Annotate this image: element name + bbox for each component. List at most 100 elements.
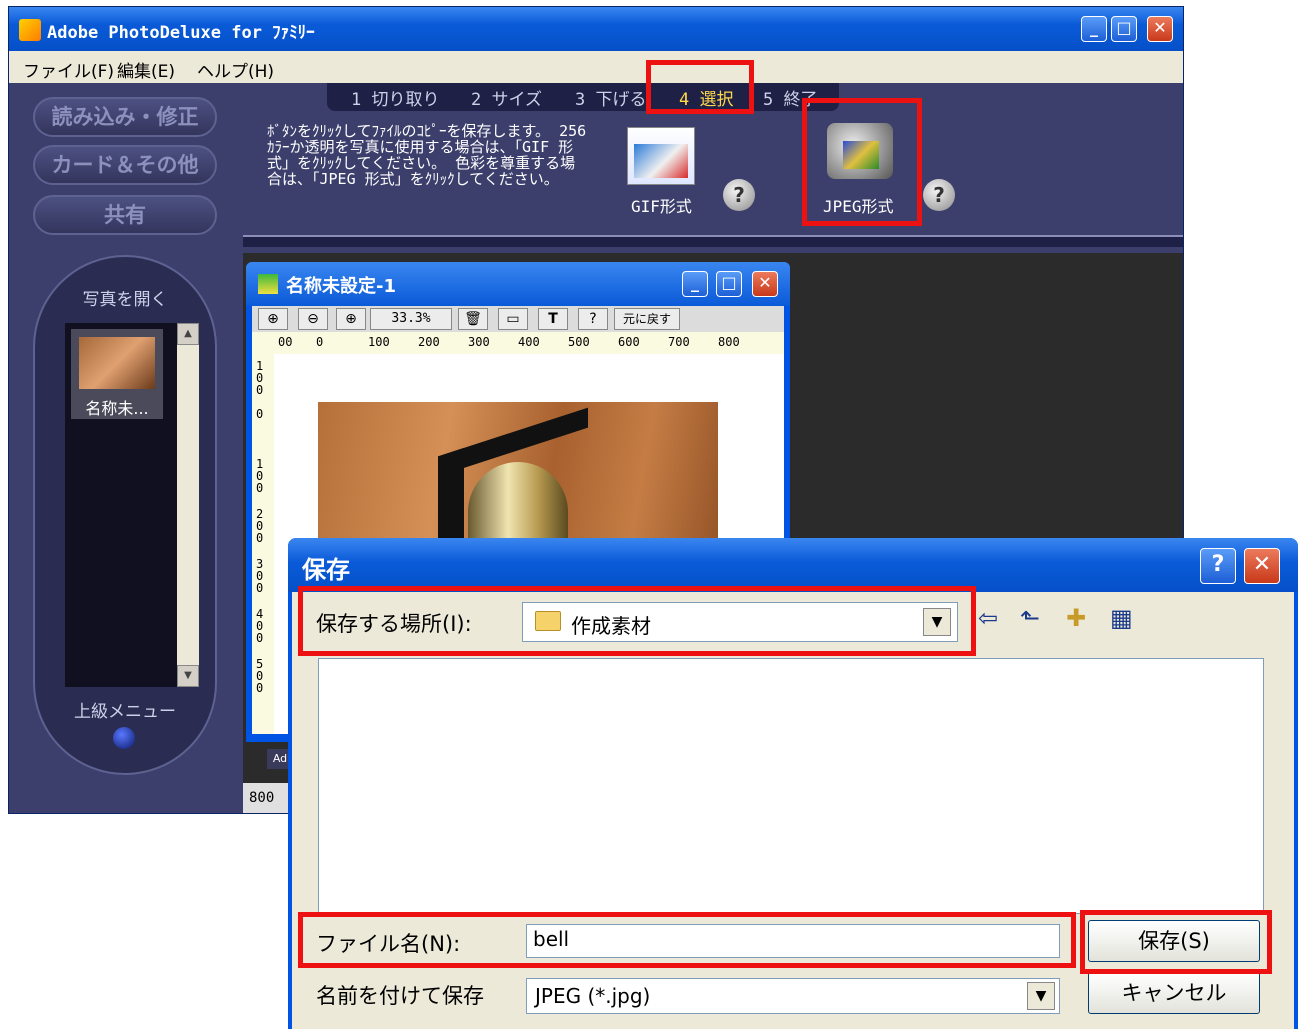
save-button[interactable]: 保存(S) — [1088, 920, 1260, 962]
revert-button[interactable]: 元に戻す — [614, 308, 680, 330]
main-window-title: Adobe PhotoDeluxe for ﾌｧﾐﾘｰ — [47, 23, 315, 43]
save-location-value: 作成素材 — [571, 614, 651, 638]
chevron-down-icon[interactable]: ▼ — [1027, 982, 1055, 1010]
gif-preview-icon — [634, 144, 688, 178]
photo-thumbnail — [79, 337, 155, 389]
status-value: 800 — [243, 783, 293, 813]
ruler-h-label: 200 — [418, 335, 440, 349]
save-as-type-label: 名前を付けて保存 — [316, 984, 484, 1008]
jpeg-clamp-icon — [843, 141, 879, 169]
jpeg-format-icon[interactable] — [827, 123, 893, 179]
photo-panel: 写真を開く 名称未... ▲ ▼ 上級メニュー — [33, 255, 217, 775]
scroll-down-arrow[interactable]: ▼ — [177, 665, 199, 687]
document-title: 名称未設定-1 — [286, 276, 396, 297]
main-titlebar[interactable]: Adobe PhotoDeluxe for ﾌｧﾐﾘｰ _ □ ✕ — [9, 7, 1183, 51]
zoom-in-icon[interactable]: ⊕ — [258, 308, 288, 330]
new-folder-icon[interactable]: ✚ — [1066, 604, 1086, 632]
ruler-v-label: 1 0 0 — [256, 359, 264, 397]
save-as-type-select[interactable]: JPEG (*.jpg) ▼ — [526, 978, 1060, 1014]
menu-file[interactable]: ファイル(F) — [23, 57, 114, 82]
menubar: ファイル(F) 編集(E) ヘルプ(H) — [9, 51, 1183, 83]
zoom-out-icon[interactable]: ⊖ — [298, 308, 328, 330]
save-dialog-body: 保存する場所(I): 作成素材 ▼ ⇦ ⬑ ✚ ▦ ファイル名(N): bell… — [292, 592, 1294, 1029]
document-toolbar: ⊕ ⊖ ⊕ 33.3% 🗑 ▭ T ? 元に戻す — [252, 306, 784, 332]
photo-thumbnail-item[interactable]: 名称未... — [71, 329, 163, 419]
instructions-text: ﾎﾞﾀﾝをｸﾘｯｸしてﾌｧｲﾙのｺﾋﾟｰを保存します。 256ｶﾗｰか透明を写真… — [267, 122, 587, 188]
nav-share[interactable]: 共有 — [33, 195, 217, 235]
document-icon — [258, 274, 278, 294]
menu-help[interactable]: ヘルプ(H) — [197, 57, 274, 82]
ruler-v-label: 3 0 0 — [256, 557, 264, 595]
trash-icon[interactable]: 🗑 — [458, 308, 488, 330]
ruler-v-label: 4 0 0 — [256, 607, 264, 645]
save-dialog-title: 保存 — [302, 556, 350, 584]
ruler-h-label: 600 — [618, 335, 640, 349]
maximize-button[interactable]: □ — [1111, 16, 1137, 42]
dialog-close-button[interactable]: ✕ — [1244, 548, 1280, 584]
thumbnail-label: 名称未... — [85, 399, 149, 418]
nav-cards-other[interactable]: カード＆その他 — [33, 145, 217, 185]
chevron-down-icon[interactable]: ▼ — [923, 608, 951, 636]
doc-close-button[interactable]: ✕ — [752, 271, 778, 297]
step-tabs: 1 切り取り 2 サイズ 3 下げる 4 選択 5 終了 — [327, 83, 839, 111]
doc-maximize-button[interactable]: □ — [716, 271, 742, 297]
nav-import-edit[interactable]: 読み込み・修正 — [33, 97, 217, 137]
save-as-type-value: JPEG (*.jpg) — [535, 984, 651, 1008]
zoom-level[interactable]: 33.3% — [370, 308, 452, 330]
minimize-button[interactable]: _ — [1081, 16, 1107, 42]
ruler-h-label: 800 — [718, 335, 740, 349]
ruler-h-label: 00 — [278, 335, 293, 349]
app-icon — [19, 19, 41, 41]
tab-size[interactable]: 2 サイズ — [471, 85, 542, 111]
jpeg-format-label[interactable]: JPEG形式 — [823, 193, 894, 217]
view-menu-icon[interactable]: ▦ — [1110, 604, 1133, 632]
file-list[interactable] — [318, 658, 1264, 914]
window-icon[interactable]: ▭ — [498, 308, 528, 330]
text-tool-icon[interactable]: T — [538, 308, 568, 330]
vertical-ruler: 1 0 0 0 1 0 0 2 0 0 3 0 0 4 0 0 5 0 0 — [252, 354, 274, 734]
tab-finish[interactable]: 5 終了 — [763, 85, 817, 111]
divider — [243, 235, 1183, 247]
help-button[interactable]: ? — [1200, 548, 1236, 584]
horizontal-ruler: 00 0 100 200 300 400 500 600 700 800 — [252, 332, 784, 354]
ruler-v-label: 5 0 0 — [256, 657, 264, 695]
ruler-v-label: 2 0 0 — [256, 507, 264, 545]
cancel-button[interactable]: キャンセル — [1088, 972, 1260, 1014]
tab-crop[interactable]: 1 切り取り — [351, 85, 439, 111]
save-location-label: 保存する場所(I): — [316, 612, 472, 636]
gif-format-icon[interactable] — [627, 127, 695, 185]
ruler-v-label: 0 — [256, 407, 264, 421]
folder-icon — [535, 611, 561, 631]
doc-minimize-button[interactable]: _ — [682, 271, 708, 297]
back-icon[interactable]: ⇦ — [978, 604, 998, 632]
help-tool-icon[interactable]: ? — [578, 308, 608, 330]
save-dialog: 保存 ? ✕ 保存する場所(I): 作成素材 ▼ ⇦ ⬑ ✚ ▦ ファイル名(N… — [288, 538, 1298, 1029]
save-location-select[interactable]: 作成素材 ▼ — [522, 602, 958, 642]
open-photo-label[interactable]: 写真を開く — [35, 285, 215, 310]
up-folder-icon[interactable]: ⬑ — [1020, 604, 1040, 632]
save-dialog-titlebar[interactable]: 保存 ? ✕ — [288, 538, 1298, 592]
gif-format-label[interactable]: GIF形式 — [631, 193, 692, 217]
ruler-h-label: 500 — [568, 335, 590, 349]
ruler-h-label: 400 — [518, 335, 540, 349]
tab-lower[interactable]: 3 下げる — [575, 85, 646, 111]
close-button[interactable]: ✕ — [1147, 16, 1173, 42]
advanced-menu-button[interactable] — [113, 727, 135, 749]
menu-edit[interactable]: 編集(E) — [117, 57, 175, 82]
gif-help-icon[interactable]: ? — [723, 179, 755, 211]
ruler-h-label: 100 — [368, 335, 390, 349]
tab-select[interactable]: 4 選択 — [679, 85, 733, 111]
zoom-menu-icon[interactable]: ⊕ — [336, 308, 366, 330]
document-titlebar[interactable]: 名称未設定-1 _ □ ✕ — [246, 262, 790, 306]
advanced-menu-label: 上級メニュー — [74, 702, 176, 722]
photo-list: 名称未... ▲ ▼ — [65, 323, 199, 687]
photo-list-scrollbar[interactable]: ▲ ▼ — [177, 323, 199, 687]
ruler-h-label: 300 — [468, 335, 490, 349]
jpeg-help-icon[interactable]: ? — [923, 179, 955, 211]
ruler-v-label: 1 0 0 — [256, 457, 264, 495]
scroll-up-arrow[interactable]: ▲ — [177, 323, 199, 345]
ruler-h-label: 0 — [316, 335, 324, 349]
filename-field[interactable]: bell — [526, 924, 1060, 958]
filename-label: ファイル名(N): — [316, 932, 461, 956]
ruler-h-label: 700 — [668, 335, 690, 349]
